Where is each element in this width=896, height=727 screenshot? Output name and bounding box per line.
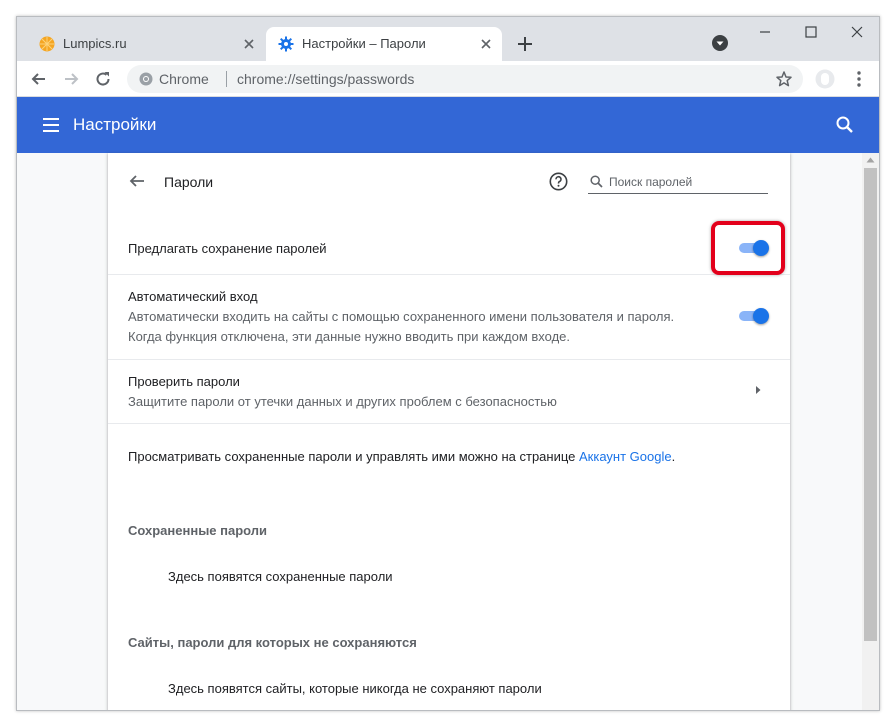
- tab-settings-passwords[interactable]: Настройки – Пароли: [266, 27, 502, 61]
- offer-save-label: Предлагать сохранение паролей: [128, 241, 327, 256]
- never-saved-title: Сайты, пароли для которых не сохраняются: [128, 635, 417, 650]
- browser-toolbar: Chrome chrome://settings/passwords: [17, 61, 879, 97]
- search-icon: [590, 175, 603, 188]
- reload-icon[interactable]: [93, 69, 113, 89]
- page-title: Пароли: [164, 174, 214, 190]
- new-tab-plus-icon[interactable]: [515, 34, 535, 54]
- tab-title: Настройки – Пароли: [302, 36, 426, 51]
- auto-signin-toggle[interactable]: [737, 308, 769, 324]
- profile-avatar-icon[interactable]: [815, 69, 835, 89]
- manage-text-end: .: [671, 449, 676, 464]
- highlight-annotation: [711, 221, 785, 275]
- settings-header: Настройки: [17, 97, 879, 153]
- url-text[interactable]: chrome://settings/passwords: [237, 71, 414, 87]
- settings-title: Настройки: [73, 115, 157, 134]
- scroll-up-arrow-icon[interactable]: [866, 157, 875, 163]
- password-search-input[interactable]: [609, 172, 767, 192]
- close-tab-icon[interactable]: [478, 36, 494, 52]
- toggle-knob: [753, 308, 769, 324]
- browser-window: Lumpics.ru Настройки – Пароли Chrome chr…: [16, 16, 880, 711]
- gear-icon: [278, 36, 294, 52]
- google-account-row: Просматривать сохраненные пароли и управ…: [108, 423, 790, 483]
- scrollbar[interactable]: [862, 153, 879, 710]
- chevron-right-icon[interactable]: [754, 385, 762, 395]
- manage-text: Просматривать сохраненные пароли и управ…: [128, 449, 675, 464]
- offer-save-row[interactable]: Предлагать сохранение паролей: [108, 217, 790, 274]
- tab-strip: Lumpics.ru Настройки – Пароли: [17, 17, 879, 61]
- check-passwords-row[interactable]: Проверить пароли Защитите пароли от утеч…: [108, 359, 790, 423]
- saved-passwords-title: Сохраненные пароли: [128, 523, 268, 538]
- passwords-subpage-header: Пароли: [108, 153, 790, 209]
- tab-title: Lumpics.ru: [63, 36, 127, 51]
- manage-text-body: Просматривать сохраненные пароли и управ…: [128, 449, 579, 464]
- password-search: [588, 172, 768, 194]
- back-arrow-icon[interactable]: [128, 172, 146, 190]
- auto-signin-row[interactable]: Автоматический вход Автоматически входит…: [108, 274, 790, 359]
- close-tab-icon[interactable]: [241, 36, 257, 52]
- bookmark-star-icon[interactable]: [775, 70, 793, 88]
- search-icon[interactable]: [835, 115, 855, 135]
- check-passwords-desc: Защитите пароли от утечки данных и други…: [128, 394, 557, 409]
- minimize-icon[interactable]: [755, 23, 775, 41]
- address-bar[interactable]: Chrome chrome://settings/passwords: [127, 65, 803, 93]
- auto-signin-label: Автоматический вход: [128, 289, 258, 304]
- maximize-icon[interactable]: [801, 23, 821, 41]
- auto-signin-desc-line2: Когда функция отключена, эти данные нужн…: [128, 329, 570, 344]
- auto-signin-desc-line1: Автоматически входить на сайты с помощью…: [128, 309, 675, 324]
- menu-icon[interactable]: [41, 115, 61, 135]
- tab-lumpics[interactable]: Lumpics.ru: [27, 27, 265, 61]
- back-icon[interactable]: [29, 69, 49, 89]
- close-window-icon[interactable]: [847, 23, 867, 41]
- saved-passwords-empty: Здесь появятся сохраненные пароли: [168, 569, 393, 584]
- google-account-link[interactable]: Аккаунт Google: [579, 449, 672, 464]
- check-passwords-label: Проверить пароли: [128, 374, 240, 389]
- chrome-icon: [139, 72, 153, 86]
- scrollbar-thumb[interactable]: [864, 168, 877, 641]
- tab-search-dropdown-icon[interactable]: [711, 34, 729, 52]
- lumpics-favicon-icon: [39, 36, 55, 52]
- site-name: Chrome: [159, 71, 209, 87]
- forward-icon[interactable]: [61, 69, 81, 89]
- never-saved-empty: Здесь появятся сайты, которые никогда не…: [168, 681, 542, 696]
- passwords-card: Пароли Предлагать сохранение паролей: [108, 153, 790, 710]
- more-vert-icon[interactable]: [849, 69, 869, 89]
- settings-content: Пароли Предлагать сохранение паролей: [17, 153, 879, 710]
- omnibox-divider: [226, 71, 227, 87]
- help-icon[interactable]: [549, 172, 568, 191]
